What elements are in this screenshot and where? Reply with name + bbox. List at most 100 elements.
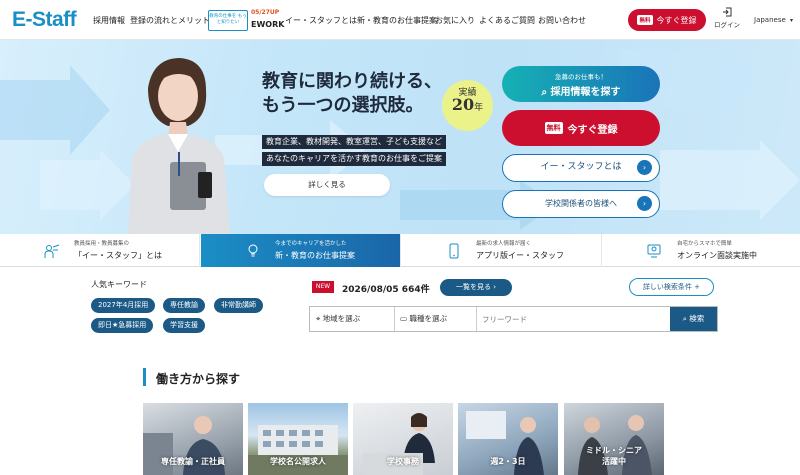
eework-banner[interactable]: 教育の仕事を もっと知りたい [208, 10, 248, 31]
login-label: ログイン [714, 21, 740, 29]
hero-title-line1: 教育に関わり続ける、 [262, 71, 442, 92]
register-label: 今すぐ登録 [656, 15, 697, 25]
feature-online-large: オンライン面談実施中 [677, 251, 757, 260]
view-list-label: 一覧を見る [455, 283, 491, 291]
feature-proposal-large: 新・教育のお仕事提案 [275, 251, 355, 260]
cta-about[interactable]: イー・スタッフとは › [502, 154, 660, 182]
workstyle-card[interactable]: 専任教諭・正社員 [143, 403, 243, 475]
badge-unit: 年 [474, 103, 484, 113]
cta-jobs-label: 採用情報を探す [550, 87, 621, 98]
keyword-tag[interactable]: 即日★急募採用 [91, 318, 154, 333]
card-label-text: ミドル・シニア 活躍中 [586, 446, 642, 466]
area-label: 地域を選ぶ [322, 314, 361, 323]
feature-about[interactable]: 教員採用・教員募集の 「イー・スタッフ」とは [0, 234, 200, 267]
feature-about-small: 教員採用・教員募集の [74, 241, 130, 247]
book-icon: ▭ [400, 314, 408, 323]
keyword-tag[interactable]: 非常勤講師 [214, 298, 263, 313]
divider [476, 307, 477, 331]
card-label: 学校名公開求人 [270, 457, 326, 466]
feature-proposal-small: 今までのキャリアを活かした [275, 241, 347, 247]
feature-about-large: 「イー・スタッフ」とは [74, 251, 162, 260]
feature-new-proposal[interactable]: 今までのキャリアを活かした 新・教育のお仕事提案 [201, 234, 401, 267]
site-logo[interactable]: E-Staff [12, 8, 77, 32]
keyword-tag[interactable]: 2027年4月採用 [91, 298, 156, 313]
nav-recruit-info[interactable]: 採用情報 [93, 15, 125, 26]
job-count: 2026/08/05 664件 [342, 285, 430, 295]
search-icon: ⌕ [682, 314, 687, 323]
card-label: 週2・3日 [490, 457, 526, 466]
cta-school[interactable]: 学校関係者の皆様へ › [502, 190, 660, 218]
job-type-label: 職種を選ぶ [409, 314, 447, 323]
section-title: 働き方から探す [156, 372, 241, 386]
language-select[interactable]: Japanese ▾ [754, 16, 793, 24]
badge-num: 20 [451, 95, 475, 114]
login-button[interactable]: ログイン [714, 7, 740, 29]
search-icon: ⌕ [541, 87, 548, 98]
smartphone-icon [449, 243, 459, 259]
card-label: 学校事務 [387, 457, 419, 466]
chevron-right-icon: › [493, 283, 497, 291]
search-button-label: 検索 [689, 314, 705, 323]
search-bar: ⌖ 地域を選ぶ ▭ 職種を選ぶ ⌕ 検索 [309, 306, 718, 332]
nav-favorites[interactable]: お気に入り [435, 15, 475, 26]
chevron-right-icon: › [637, 160, 652, 175]
divider [394, 307, 395, 331]
login-icon [723, 7, 732, 17]
experience-badge: 実績 20年 [442, 80, 493, 131]
feature-bar: 教員採用・教員募集の 「イー・スタッフ」とは 今までのキャリアを活かした 新・教… [0, 234, 800, 267]
job-type-select[interactable]: ▭ 職種を選ぶ [400, 307, 478, 331]
advanced-search-button[interactable]: 詳しい検索条件 + [629, 278, 714, 296]
hero-strip-2: あなたのキャリアを活かす教育のお仕事をご提案 [262, 152, 446, 166]
feature-online-small: 自宅からスマホで簡単 [677, 241, 732, 247]
nav-new-education[interactable]: 新・教育のお仕事提案 [357, 15, 437, 26]
free-tag: 無料 [637, 15, 653, 25]
map-pin-icon: ⌖ [316, 314, 321, 323]
card-label: ミドル・シニア 活躍中 [564, 445, 664, 467]
hero-title-line2: もう一つの選択肢。 [262, 95, 424, 116]
keyword-tag[interactable]: 学習支援 [163, 318, 205, 333]
card-label: 専任教諭・正社員 [161, 457, 225, 466]
cta-jobs-sub: 急募のお仕事も！ [555, 73, 607, 81]
cta-find-jobs[interactable]: 急募のお仕事も！ ⌕ 採用情報を探す [502, 66, 660, 102]
feature-app[interactable]: 最新の求人情報が届く アプリ版イー・スタッフ [402, 234, 602, 267]
keywords-title: 人気キーワード [91, 280, 147, 289]
area-select[interactable]: ⌖ 地域を選ぶ [316, 307, 396, 331]
feature-online-interview[interactable]: 自宅からスマホで簡単 オンライン面談実施中 [603, 234, 800, 267]
hero-strip-1: 教育企業、教材開発、教室運営、子ども支援など [262, 135, 446, 149]
workstyle-card[interactable]: 学校名公開求人 [248, 403, 348, 475]
search-button[interactable]: ⌕ 検索 [670, 307, 717, 331]
advanced-search-label: 詳しい検索条件 [642, 283, 692, 291]
video-call-icon [647, 244, 661, 258]
cta-register[interactable]: 無料 今すぐ登録 [502, 110, 660, 146]
eework-link[interactable]: EWORK [251, 20, 284, 29]
cta-free-tag: 無料 [544, 122, 563, 134]
hero-person-image [128, 58, 230, 234]
cta-about-label: イー・スタッフとは [540, 162, 622, 172]
nav-flow-merit[interactable]: 登録の流れとメリット [130, 15, 210, 26]
more-details-button[interactable]: 詳しく見る [264, 174, 390, 196]
workstyle-card[interactable]: ミドル・シニア 活躍中 [564, 403, 664, 475]
cta-register-label: 今すぐ登録 [567, 124, 618, 136]
workstyle-card[interactable]: 学校事務 [353, 403, 453, 475]
hero-banner: 教育に関わり続ける、 もう一つの選択肢。 実績 20年 教育企業、教材開発、教室… [0, 40, 800, 234]
teacher-icon [44, 244, 60, 258]
hero-title: 教育に関わり続ける、 もう一つの選択肢。 [262, 70, 442, 118]
nav-contact[interactable]: お問い合わせ [538, 15, 586, 26]
workstyle-card[interactable]: 週2・3日 [458, 403, 558, 475]
chevron-down-icon: ▾ [790, 17, 794, 24]
register-button[interactable]: 無料 今すぐ登録 [628, 9, 706, 31]
keyword-tag[interactable]: 専任教諭 [163, 298, 205, 313]
plus-icon: + [694, 283, 701, 291]
section-accent [143, 368, 146, 386]
nav-faq[interactable]: よくあるご質問 [479, 15, 535, 26]
view-list-button[interactable]: 一覧を見る › [440, 279, 512, 296]
lightbulb-icon [248, 244, 258, 257]
eework-date: 05/27UP [251, 9, 280, 16]
feature-app-large: アプリ版イー・スタッフ [476, 251, 564, 260]
nav-about[interactable]: イー・スタッフとは [285, 15, 357, 26]
feature-app-small: 最新の求人情報が届く [476, 241, 532, 247]
chevron-right-icon: › [637, 196, 652, 211]
language-label: Japanese [754, 16, 786, 24]
cta-school-label: 学校関係者の皆様へ [545, 199, 617, 208]
freeword-input[interactable] [482, 309, 662, 329]
